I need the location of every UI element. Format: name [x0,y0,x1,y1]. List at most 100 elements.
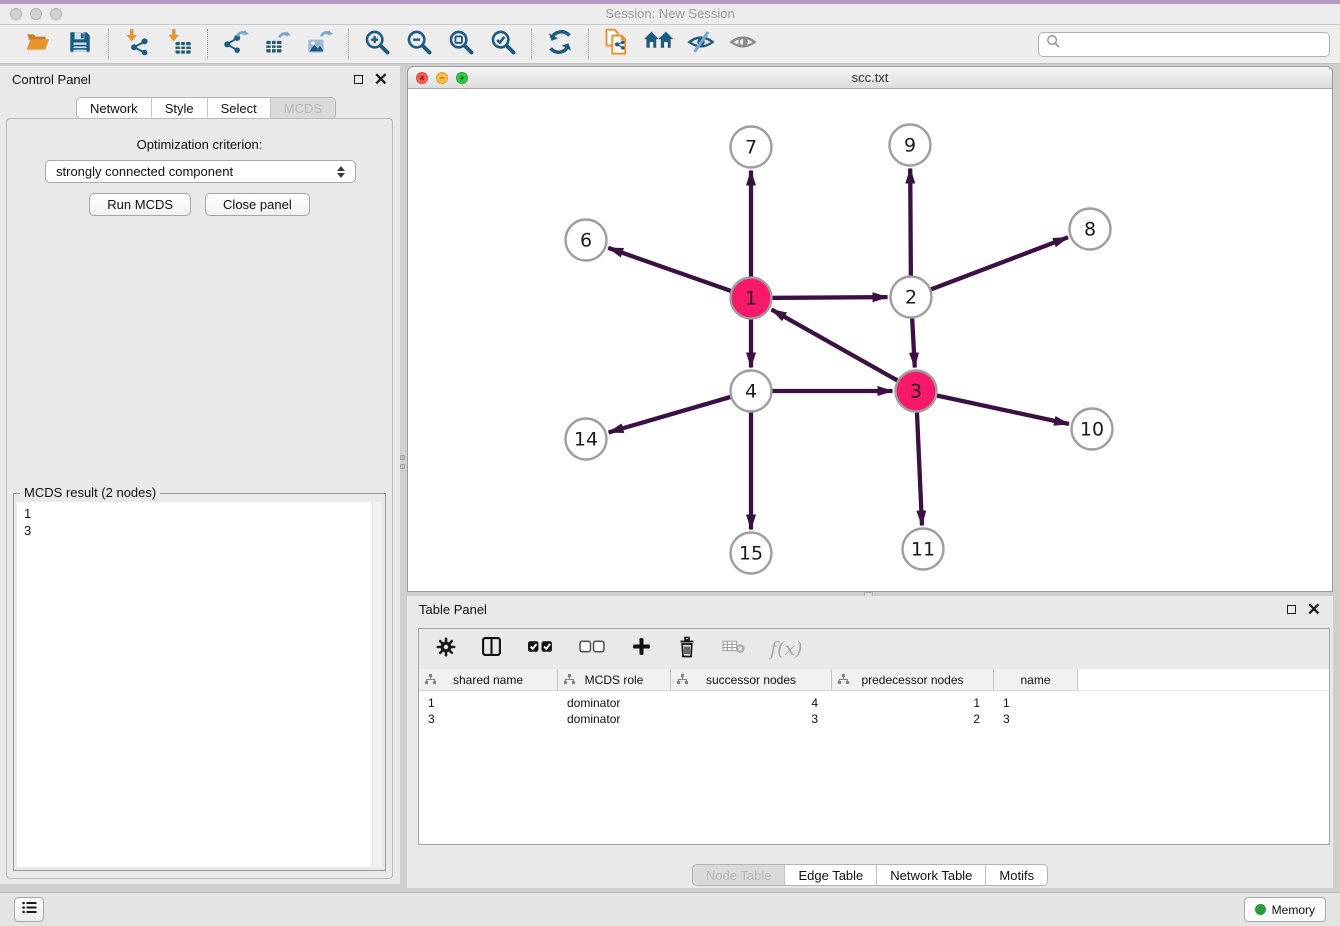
network-maximize-button[interactable]: + [456,72,468,84]
tab-node-table[interactable]: Node Table [693,865,786,885]
home-layout-button[interactable] [642,27,676,61]
add-column-icon[interactable] [631,636,652,662]
tab-network-table[interactable]: Network Table [877,865,986,885]
app-titlebar: Session: New Session [0,4,1340,25]
edge-4-14[interactable] [609,391,751,432]
tab-edge-table[interactable]: Edge Table [785,865,877,885]
zoom-out-button[interactable] [402,27,436,61]
zoom-fit-button[interactable] [444,27,478,61]
tab-network[interactable]: Network [77,98,152,118]
cell-predecessor-nodes[interactable]: 2 [832,712,994,726]
zoom-in-button[interactable] [360,27,394,61]
node-9[interactable]: 9 [890,125,931,166]
app-window-controls[interactable] [10,8,62,20]
node-4[interactable]: 4 [731,371,772,412]
deselect-all-rows-icon[interactable] [579,639,606,659]
cell-successor-nodes[interactable]: 3 [671,712,832,726]
cell-MCDS-role[interactable]: dominator [558,696,671,710]
column-header-MCDS-role[interactable]: MCDS role [558,669,671,691]
task-list-icon [22,901,37,919]
cell-predecessor-nodes[interactable]: 1 [832,696,994,710]
edge-1-6[interactable] [608,248,751,298]
node-6[interactable]: 6 [566,220,607,261]
node-15[interactable]: 15 [731,533,772,574]
node-10[interactable]: 10 [1072,409,1113,450]
open-folder-icon [24,29,52,60]
node-7[interactable]: 7 [731,127,772,168]
zoom-selected-button[interactable] [486,27,520,61]
column-header-successor-nodes[interactable]: successor nodes [671,669,832,691]
search-input[interactable] [1066,37,1322,52]
export-table-button[interactable] [261,27,295,61]
memory-button[interactable]: Memory [1244,897,1326,922]
close-table-panel-icon[interactable]: ✕ [1307,605,1321,615]
cell-shared-name[interactable]: 1 [419,696,558,710]
close-window-button[interactable] [10,8,22,20]
tab-motifs[interactable]: Motifs [986,865,1047,885]
tab-mcds[interactable]: MCDS [271,98,335,118]
save-session-button[interactable] [63,27,97,61]
cell-name[interactable]: 1 [994,696,1078,710]
tab-style[interactable]: Style [152,98,208,118]
delete-column-icon[interactable] [677,636,697,663]
column-type-icon [677,674,688,688]
task-history-button[interactable] [14,897,44,922]
node-1[interactable]: 1 [731,278,772,319]
mcds-result-title: MCDS result (2 nodes) [20,485,160,500]
network-canvas[interactable]: 1 2 3 4 6 7 8 9 10 11 14 15 [409,90,1331,591]
close-panel-button[interactable]: Close panel [205,193,310,216]
cell-shared-name[interactable]: 3 [419,712,558,726]
import-table-button[interactable] [162,27,196,61]
node-2[interactable]: 2 [891,277,932,318]
select-all-rows-icon[interactable] [527,639,554,659]
node-table: f(x) shared nameMCDS rolesuccessor nodes… [418,628,1330,845]
float-panel-icon[interactable] [354,75,363,84]
split-table-view-icon[interactable] [481,636,502,662]
minimize-window-button[interactable] [30,8,42,20]
show-all-button[interactable] [726,27,760,61]
edge-2-8[interactable] [911,237,1068,297]
tab-select[interactable]: Select [208,98,271,118]
criterion-select[interactable]: strongly connected component [45,160,356,183]
svg-text:1: 1 [745,288,757,310]
column-header-shared-name[interactable]: shared name [419,669,558,691]
result-scrollbar[interactable] [372,502,382,867]
hide-selected-button[interactable] [684,27,718,61]
table-row[interactable]: 1dominator411 [419,695,1329,711]
export-network-button[interactable] [219,27,253,61]
network-close-button[interactable]: × [416,72,428,84]
run-mcds-button[interactable]: Run MCDS [89,193,191,216]
open-session-button[interactable] [21,27,55,61]
column-header-name[interactable]: name [994,669,1078,691]
zoom-in-icon [363,28,391,61]
export-table-icon [264,28,292,61]
node-8[interactable]: 8 [1070,209,1111,250]
cell-successor-nodes[interactable]: 4 [671,696,832,710]
edge-3-1[interactable] [772,310,917,392]
clone-network-icon [603,28,631,61]
export-image-button[interactable] [303,27,337,61]
panel-splitter-handle[interactable] [400,455,405,475]
column-header-predecessor-nodes[interactable]: predecessor nodes [832,669,994,691]
refresh-view-button[interactable] [543,27,577,61]
import-network-button[interactable] [120,27,154,61]
zoom-window-button[interactable] [50,8,62,20]
network-minimize-button[interactable]: − [436,72,448,84]
cell-MCDS-role[interactable]: dominator [558,712,671,726]
clone-network-button[interactable] [600,27,634,61]
mcds-result-area[interactable]: 1 3 [17,502,382,867]
node-11[interactable]: 11 [903,529,944,570]
edge-3-10[interactable] [916,391,1069,424]
table-settings-icon[interactable] [436,637,456,662]
cell-name[interactable]: 3 [994,712,1078,726]
float-table-panel-icon[interactable] [1287,605,1296,614]
network-window-titlebar[interactable]: × − + scc.txt [408,67,1332,89]
search-box[interactable] [1038,32,1330,57]
svg-text:11: 11 [911,539,935,561]
export-network-icon [222,28,250,61]
node-14[interactable]: 14 [566,419,607,460]
table-row[interactable]: 3dominator323 [419,711,1329,727]
close-panel-icon[interactable]: ✕ [374,75,388,85]
control-panel: Control Panel ✕ NetworkStyleSelectMCDS O… [0,66,400,884]
node-3[interactable]: 3 [896,371,937,412]
